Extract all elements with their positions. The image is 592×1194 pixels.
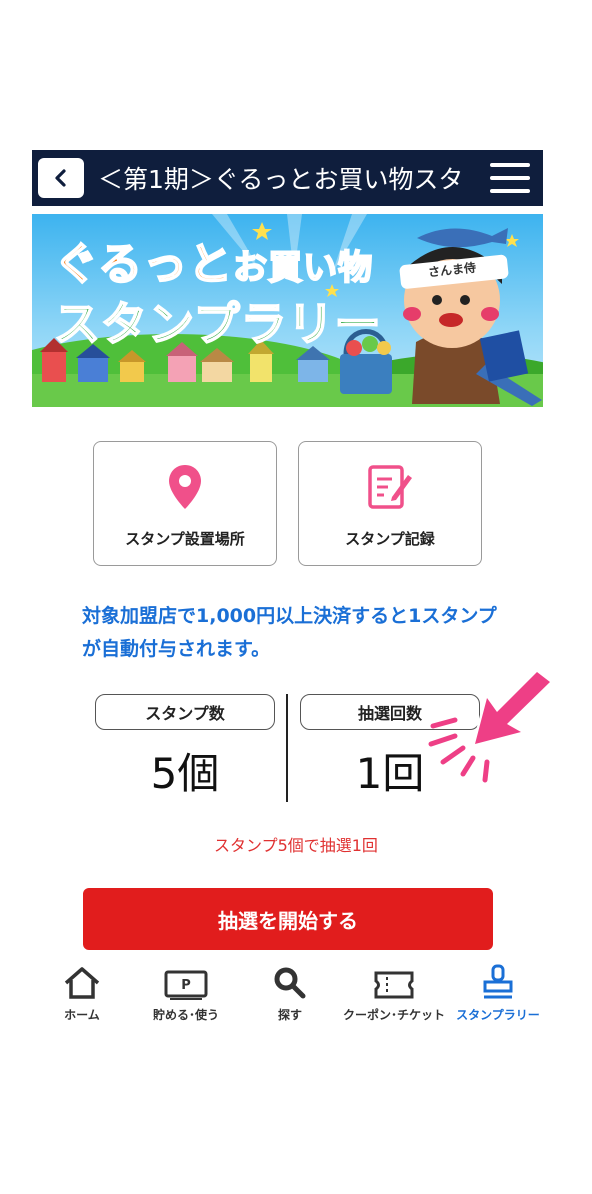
- chevron-left-icon: [55, 169, 66, 187]
- stamp-locations-label: スタンプ設置場所: [125, 530, 245, 548]
- stamp-record-button[interactable]: スタンプ記録: [298, 441, 482, 566]
- menu-button[interactable]: [477, 150, 543, 206]
- app-header: ＜第1期＞ぐるっとお買い物スタ: [32, 150, 543, 206]
- svg-text:P: P: [181, 978, 191, 993]
- home-icon: [63, 960, 101, 1000]
- tab-stamp-rally[interactable]: スタンプラリー: [446, 960, 550, 1023]
- banner-title-line2: スタンプラリー: [53, 296, 382, 352]
- start-draw-button[interactable]: 抽選を開始する: [83, 888, 493, 950]
- hamburger-icon: [490, 163, 530, 167]
- back-button[interactable]: [38, 158, 84, 198]
- stamp-rule-notice: 対象加盟店で1,000円以上決済すると1スタンプが自動付与されます。: [82, 605, 497, 660]
- banner-title-line1: ぐるっとお買い物: [53, 238, 374, 291]
- notepad-pen-icon: [366, 462, 414, 512]
- draw-rule-text: スタンプ5個で抽選1回: [214, 836, 378, 855]
- bottom-tab-bar: ホーム P 貯める･使う 探す クーポン･チケット スタンプラリー: [30, 960, 550, 1030]
- point-card-icon: P: [164, 960, 208, 1000]
- stamp-record-label: スタンプ記録: [345, 530, 435, 548]
- tab-search[interactable]: 探す: [238, 960, 342, 1023]
- stamp-locations-button[interactable]: スタンプ設置場所: [93, 441, 277, 566]
- tab-home[interactable]: ホーム: [30, 960, 134, 1023]
- stamp-count-value: 5個: [150, 749, 220, 798]
- tab-save-use[interactable]: P 貯める･使う: [134, 960, 238, 1023]
- campaign-banner: ぐるっとお買い物 スタンプラリー さんま侍: [32, 214, 543, 407]
- stats-divider: [286, 694, 288, 802]
- ticket-icon: [373, 960, 415, 1000]
- page-title: ＜第1期＞ぐるっとお買い物スタ: [98, 165, 464, 194]
- map-pin-icon: [167, 462, 203, 512]
- stamp-icon: [481, 960, 515, 1000]
- stamp-count-label: スタンプ数: [95, 694, 275, 730]
- search-icon: [273, 960, 307, 1000]
- pointer-arrow-icon: [428, 669, 553, 783]
- tab-coupon-ticket[interactable]: クーポン･チケット: [342, 960, 446, 1023]
